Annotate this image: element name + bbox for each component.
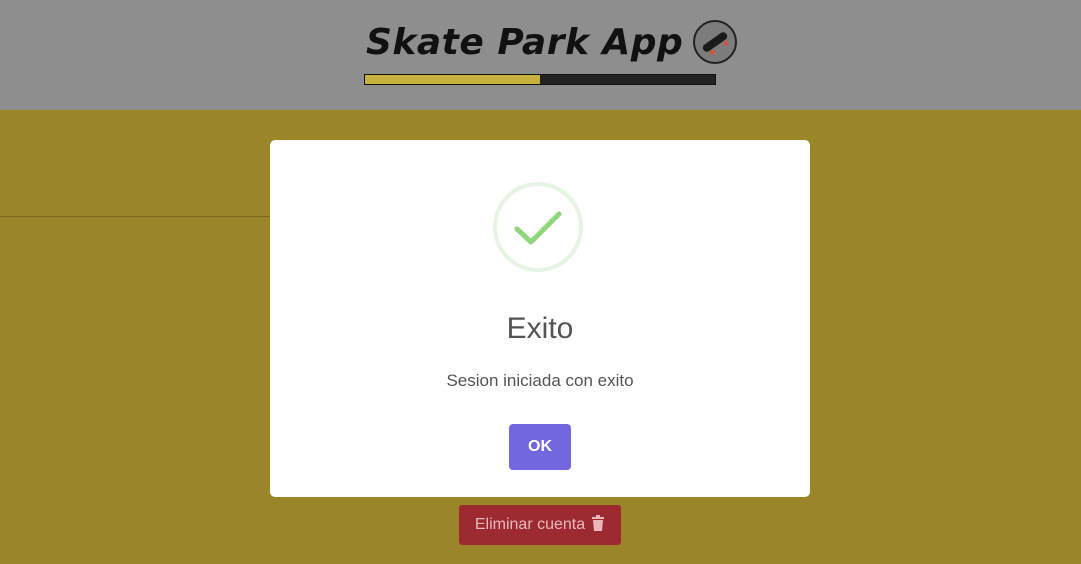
- dialog-title: Exito: [506, 312, 574, 345]
- success-checkmark-icon: [493, 182, 583, 272]
- dialog-message: Sesion iniciada con exito: [446, 371, 634, 390]
- app-header: Skate Park App: [0, 0, 1081, 110]
- success-dialog: Exito Sesion iniciada con exito OK: [270, 140, 810, 497]
- skateboard-icon: [693, 20, 738, 64]
- progress-bar: [364, 74, 716, 85]
- app-title: Skate Park App: [366, 21, 684, 63]
- ok-button[interactable]: OK: [509, 424, 571, 470]
- delete-account-button[interactable]: Eliminar cuenta: [459, 505, 621, 545]
- delete-account-label: Eliminar cuenta: [474, 516, 586, 533]
- trash-icon: [591, 514, 605, 536]
- title-wrap: Skate Park App: [366, 16, 738, 68]
- progress-fill: [365, 75, 540, 84]
